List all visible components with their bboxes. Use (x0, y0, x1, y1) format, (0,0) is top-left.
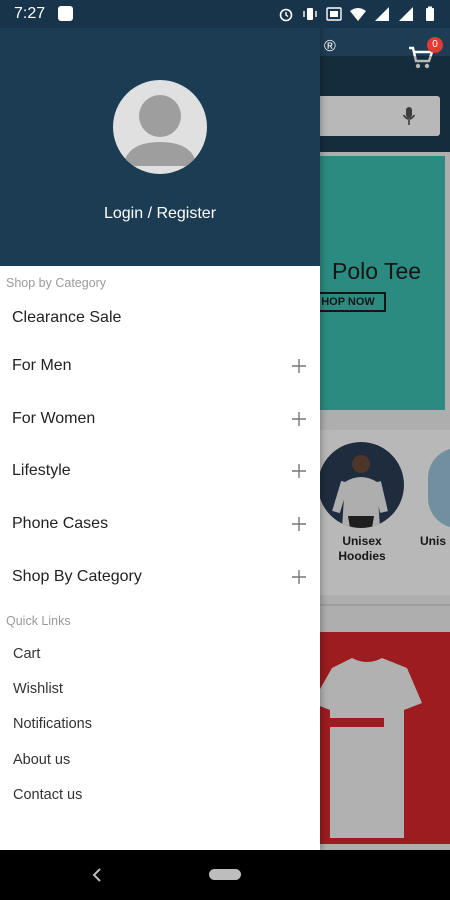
menu-item-label: Lifestyle (12, 462, 71, 479)
expand-plus-icon[interactable] (289, 409, 309, 429)
system-navigation-bar (0, 850, 450, 900)
expand-plus-icon[interactable] (289, 567, 309, 587)
quick-link-label: Cart (13, 646, 41, 662)
menu-item-label: Shop By Category (12, 568, 142, 585)
drawer-header: Login / Register (0, 0, 320, 266)
login-register-link[interactable]: Login / Register (0, 205, 320, 223)
menu-item-phone-cases[interactable]: Phone Cases (0, 503, 320, 551)
menu-item-label: Clearance Sale (12, 309, 122, 326)
menu-item-for-women[interactable]: For Women (0, 398, 320, 446)
status-icons (278, 6, 438, 22)
vibrate-icon (303, 8, 317, 20)
alarm-icon (279, 8, 293, 22)
quick-link-label: Wishlist (13, 681, 63, 697)
quick-link-cart[interactable]: Cart (0, 638, 320, 670)
menu-item-shop-by-category[interactable]: Shop By Category (0, 556, 320, 604)
volte-icon (326, 7, 342, 21)
signal-icon-2 (399, 7, 413, 21)
expand-plus-icon[interactable] (289, 514, 309, 534)
expand-plus-icon[interactable] (289, 461, 309, 481)
notification-app-icon (58, 6, 73, 21)
status-time: 7:27 (14, 5, 46, 22)
quick-link-about-us[interactable]: About us (0, 744, 320, 776)
home-pill-button[interactable] (209, 869, 241, 880)
menu-item-label: For Men (12, 357, 72, 374)
status-bar: 7:27 (0, 0, 450, 28)
menu-item-lifestyle[interactable]: Lifestyle (0, 450, 320, 498)
wifi-icon (350, 8, 366, 21)
back-chevron-icon[interactable] (88, 865, 106, 885)
menu-item-for-men[interactable]: For Men (0, 345, 320, 393)
signal-icon (375, 7, 389, 21)
menu-item-label: For Women (12, 410, 96, 427)
quick-link-label: Contact us (13, 787, 83, 803)
navigation-drawer: Login / Register Shop by Category Cleara… (0, 0, 320, 850)
quick-link-label: Notifications (13, 716, 92, 732)
quick-links-heading: Quick Links (6, 614, 71, 628)
app-logo-mark: ® (324, 38, 336, 55)
battery-icon (426, 6, 434, 21)
quick-link-notifications[interactable]: Notifications (0, 708, 320, 740)
menu-item-clearance-sale[interactable]: Clearance Sale (0, 297, 320, 345)
user-placeholder-icon (123, 95, 197, 166)
menu-item-label: Phone Cases (12, 515, 109, 532)
avatar[interactable] (113, 80, 207, 174)
quick-link-contact-us[interactable]: Contact us (0, 779, 320, 811)
quick-link-label: About us (13, 752, 71, 768)
quick-link-wishlist[interactable]: Wishlist (0, 673, 320, 705)
cart-count-badge: 0 (427, 37, 443, 53)
expand-plus-icon[interactable] (289, 356, 309, 376)
shop-by-category-heading: Shop by Category (6, 276, 107, 290)
